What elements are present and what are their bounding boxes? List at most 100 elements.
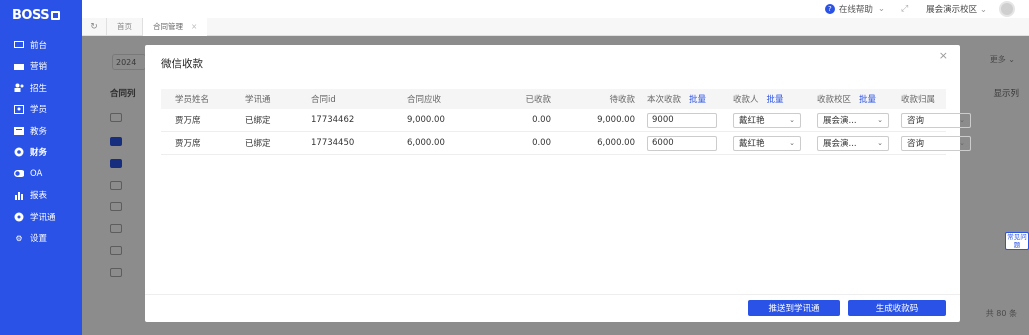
chevron-down-icon: ⌄ <box>877 4 885 14</box>
belong-select[interactable]: 咨询 ⌄ <box>901 112 971 128</box>
wechat-payment-dialog: 微信收款 × 学员姓名 学讯通 合同id 合同应收 已收款 待收款 本次收款 批量… <box>145 45 971 322</box>
school-switcher[interactable]: 展会演示校区 ⌄ <box>926 3 987 15</box>
sidebar-item-label: 教务 <box>30 126 48 137</box>
refresh-icon[interactable]: ↻ <box>82 22 106 32</box>
col-campus: 收款校区 批量 <box>811 93 895 105</box>
chevron-down-icon: ⌄ <box>959 139 965 147</box>
push-to-xuexuntong-button[interactable]: 推送到学讯通 <box>748 300 840 316</box>
sidebar-item-academic[interactable]: 教务 <box>0 120 82 142</box>
sidebar-item-label: 报表 <box>30 191 48 202</box>
cell-this-payment: 9000 <box>641 112 727 128</box>
cell-belong: 咨询 ⌄ <box>895 112 975 128</box>
batch-link[interactable]: 批量 <box>767 95 784 105</box>
sidebar-item-oa[interactable]: OA <box>0 163 82 185</box>
sidebar-item-label: 财务 <box>30 148 48 159</box>
help-icon: ? <box>824 4 835 14</box>
payee-select[interactable]: 戴红艳 ⌄ <box>733 112 801 128</box>
logo-text: BOSS <box>12 7 50 23</box>
sidebar-item-label: 设置 <box>30 234 48 245</box>
chevron-down-icon: ⌄ <box>877 139 883 147</box>
logo-mark-icon <box>51 10 61 20</box>
fullscreen-icon[interactable]: ⤢ <box>901 4 908 14</box>
sidebar-item-finance[interactable]: 财务 <box>0 142 82 164</box>
id-card-icon <box>14 104 24 114</box>
sidebar-item-label: 营销 <box>30 62 48 73</box>
avatar[interactable] <box>999 1 1015 17</box>
toggle-icon <box>14 169 24 178</box>
cell-campus: 展会演... ⌄ <box>811 135 895 151</box>
cell-contract-id: 17734450 <box>311 138 355 148</box>
school-label: 展会演示校区 <box>926 5 978 15</box>
table-row: 贾万席 已绑定 17734462 9,000.00 0.00 9,000.00 … <box>161 109 971 132</box>
close-icon[interactable]: × <box>939 49 948 62</box>
store-icon <box>14 62 24 71</box>
campus-select[interactable]: 展会演... ⌄ <box>817 112 889 128</box>
sidebar-item-students[interactable]: 学员 <box>0 99 82 121</box>
bar-chart-icon <box>14 191 24 200</box>
faq-button[interactable]: 常见问题 <box>1005 232 1029 250</box>
sidebar-nav: 前台 营销 招生 学员 教务 财务 OA 报表 学讯通 ⚙ 设置 <box>0 34 82 249</box>
payee-select[interactable]: 戴红艳 ⌄ <box>733 135 801 151</box>
batch-link[interactable]: 批量 <box>689 95 706 105</box>
sidebar-item-label: 学员 <box>30 105 48 116</box>
dialog-footer-divider <box>145 294 960 295</box>
col-contract-due: 合同应收 <box>407 95 442 105</box>
tab-close-icon[interactable]: × <box>191 22 197 31</box>
cell-received: 0.00 <box>532 138 551 148</box>
chevron-down-icon: ⌄ <box>877 116 883 124</box>
cell-pending: 6,000.00 <box>597 138 635 148</box>
gear-icon: ⚙ <box>15 233 23 243</box>
sidebar-item-label: 招生 <box>30 83 48 94</box>
select-value: 展会演... <box>823 139 857 149</box>
payment-table: 学员姓名 学讯通 合同id 合同应收 已收款 待收款 本次收款 批量 收款人 批量 … <box>161 89 971 155</box>
cell-payee: 戴红艳 ⌄ <box>727 112 811 128</box>
tab-contract[interactable]: 合同管理 × <box>142 17 208 36</box>
page-tabs: ↻ 首页 合同管理 × <box>82 17 1029 36</box>
tab-label: 合同管理 <box>153 22 183 31</box>
monitor-icon <box>14 40 24 49</box>
message-icon <box>14 212 24 222</box>
money-icon <box>14 147 24 157</box>
col-label: 收款人 <box>733 95 759 105</box>
sidebar-item-frontdesk[interactable]: 前台 <box>0 34 82 56</box>
col-student-name: 学员姓名 <box>175 95 210 105</box>
sidebar-item-marketing[interactable]: 营销 <box>0 56 82 78</box>
sidebar-item-label: 学讯通 <box>30 212 56 223</box>
tab-home[interactable]: 首页 <box>106 17 142 36</box>
sidebar-item-reports[interactable]: 报表 <box>0 185 82 207</box>
sidebar-item-label: 前台 <box>30 40 48 51</box>
select-value: 展会演... <box>823 116 857 126</box>
cell-pending: 9,000.00 <box>597 115 635 125</box>
batch-link[interactable]: 批量 <box>859 95 876 105</box>
amount-input[interactable]: 6000 <box>647 135 717 151</box>
campus-select[interactable]: 展会演... ⌄ <box>817 135 889 151</box>
dialog-title: 微信收款 <box>161 58 203 70</box>
sidebar-item-xuexuntong[interactable]: 学讯通 <box>0 206 82 228</box>
col-label: 收款校区 <box>817 95 852 105</box>
online-help[interactable]: ? 在线帮助 ⌄ <box>824 3 885 15</box>
sidebar-item-settings[interactable]: ⚙ 设置 <box>0 228 82 250</box>
cell-xxt: 已绑定 <box>245 139 271 149</box>
col-label: 本次收款 <box>647 95 682 105</box>
cell-due: 9,000.00 <box>407 115 445 125</box>
sidebar: BOSS 前台 营销 招生 学员 教务 财务 OA 报表 学讯通 ⚙ 设置 <box>0 0 82 335</box>
cell-due: 6,000.00 <box>407 138 445 148</box>
online-help-label: 在线帮助 <box>838 5 873 15</box>
cell-campus: 展会演... ⌄ <box>811 112 895 128</box>
amount-input[interactable]: 9000 <box>647 112 717 128</box>
logo: BOSS <box>0 0 82 30</box>
belong-select[interactable]: 咨询 ⌄ <box>901 135 971 151</box>
users-icon <box>14 83 24 93</box>
col-belong: 收款归属 <box>901 95 936 105</box>
chevron-down-icon: ⌄ <box>789 139 795 147</box>
cell-belong: 咨询 ⌄ <box>895 135 975 151</box>
cell-contract-id: 17734462 <box>311 115 355 125</box>
cell-name: 贾万席 <box>175 139 201 149</box>
col-xuexuntong: 学讯通 <box>245 95 271 105</box>
col-received: 已收款 <box>525 95 551 105</box>
generate-qr-button[interactable]: 生成收款码 <box>848 300 946 316</box>
table-header: 学员姓名 学讯通 合同id 合同应收 已收款 待收款 本次收款 批量 收款人 批量 … <box>161 89 946 109</box>
sidebar-item-label: OA <box>30 168 43 179</box>
col-payee: 收款人 批量 <box>727 93 811 105</box>
sidebar-item-enrollment[interactable]: 招生 <box>0 77 82 99</box>
